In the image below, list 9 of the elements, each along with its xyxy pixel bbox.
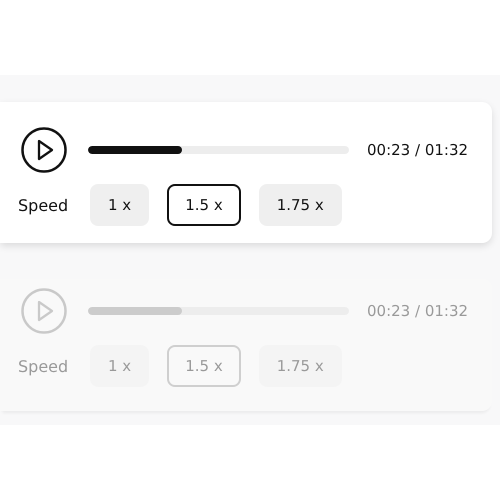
progress-bar[interactable] [88, 146, 349, 154]
time-readout: 00:23 / 01:32 [367, 141, 468, 159]
time-readout: 00:23 / 01:32 [367, 302, 468, 320]
speed-option[interactable]: 1.5 x [167, 184, 241, 226]
speed-label: Speed [18, 196, 70, 214]
play-icon[interactable] [21, 127, 67, 173]
speed-option[interactable]: 1.75 x [258, 184, 342, 226]
speed-option[interactable]: 1 x [90, 184, 150, 226]
speed-label: Speed [18, 356, 70, 376]
